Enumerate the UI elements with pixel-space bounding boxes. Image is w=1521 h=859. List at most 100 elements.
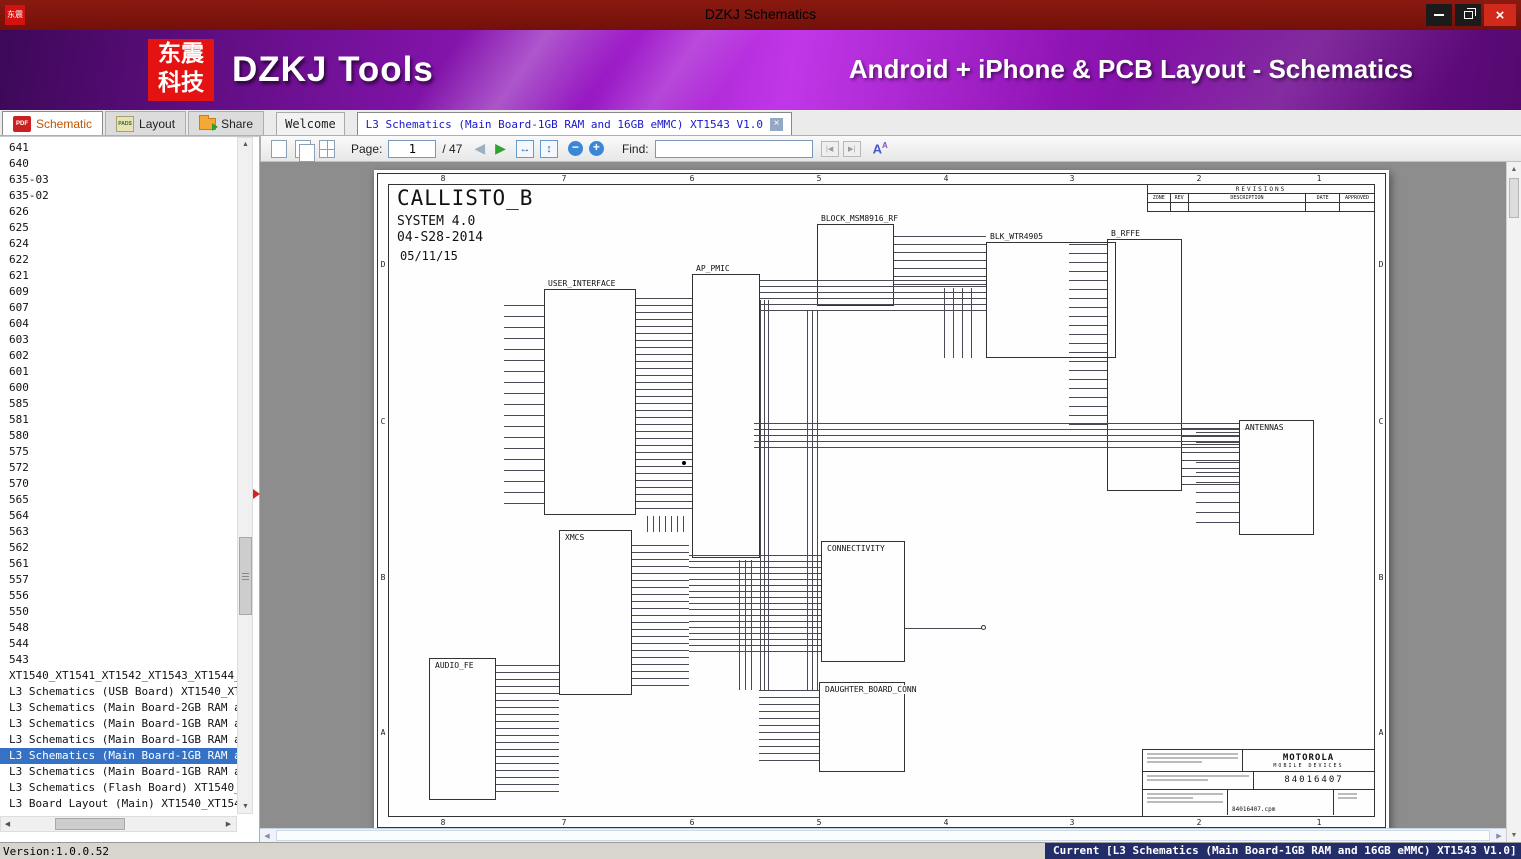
- scroll-up-icon[interactable]: ▲: [239, 138, 252, 151]
- tab-schematic[interactable]: PDF Schematic: [2, 111, 104, 135]
- sidebar-item[interactable]: L3 Schematics (Main Board-2GB RAM and: [0, 700, 237, 716]
- scrollbar-thumb[interactable]: [1509, 178, 1519, 218]
- sidebar-horizontal-scrollbar[interactable]: ◀ ▶: [0, 816, 237, 832]
- scroll-down-icon[interactable]: ▼: [239, 800, 252, 813]
- tab-welcome-label: Welcome: [285, 117, 336, 131]
- sidebar-list: 641 640 635-03 635-02 626 625 624 622 621 609 607 6…: [0, 140, 237, 814]
- sidebar-item[interactable]: 625: [0, 220, 237, 236]
- sidebar-item[interactable]: L3 Board Layout (Main) XT1540_XT1541_X: [0, 796, 237, 812]
- sidebar-item[interactable]: 635-03: [0, 172, 237, 188]
- sidebar-item[interactable]: L3 Schematics (Main Board-1GB RAM and: [0, 764, 237, 780]
- sidebar-item[interactable]: L3 Schematics (Main Board-1GB RAM and: [0, 716, 237, 732]
- wire-bundle: [739, 560, 755, 690]
- sidebar-item[interactable]: 609: [0, 284, 237, 300]
- banner: 东震 科技 DZKJ Tools Android + iPhone & PCB …: [0, 30, 1521, 110]
- scroll-up-icon[interactable]: ▲: [1507, 162, 1521, 176]
- tab-close-icon[interactable]: ×: [770, 117, 784, 131]
- tab-layout[interactable]: PADS Layout: [105, 111, 187, 135]
- tab-document[interactable]: L3 Schematics (Main Board-1GB RAM and 16…: [356, 112, 793, 135]
- sidebar-item[interactable]: 561: [0, 556, 237, 572]
- grid-label: 7: [561, 174, 567, 183]
- tab-share-label: Share: [221, 116, 254, 131]
- toolbar: Page: / 47 ◀ ▶ ↔ ↕ − + Find: |◀ ▶| AA: [260, 136, 1521, 162]
- block-daughter-board-conn: DAUGHTER_BOARD_CONN: [819, 682, 918, 772]
- sidebar-vertical-scrollbar[interactable]: ▲ ▼: [237, 137, 253, 814]
- sidebar-item[interactable]: 635-02: [0, 188, 237, 204]
- schematic-page: 8 7 6 5 4 3 2 1 8 7 6 5 4 3 2 1 D C B A …: [374, 170, 1389, 831]
- sidebar-item[interactable]: 581: [0, 412, 237, 428]
- zoom-out-button[interactable]: −: [567, 141, 583, 156]
- junction-dot: [682, 461, 686, 465]
- sidebar-item[interactable]: 622: [0, 252, 237, 268]
- scroll-left-icon[interactable]: ◀: [260, 829, 274, 842]
- sidebar-item[interactable]: 641: [0, 140, 237, 156]
- find-prev-button[interactable]: |◀: [820, 140, 839, 157]
- sidebar-item[interactable]: 607: [0, 300, 237, 316]
- sidebar-item[interactable]: XT1540_XT1541_XT1542_XT1543_XT1544_XT1: [0, 668, 237, 684]
- scroll-down-icon[interactable]: ▼: [1507, 828, 1521, 842]
- maximize-button[interactable]: [1455, 4, 1481, 26]
- sidebar-item[interactable]: 570: [0, 476, 237, 492]
- minimize-button[interactable]: [1426, 4, 1452, 26]
- page-multi-icon[interactable]: [319, 139, 335, 158]
- sidebar-item[interactable]: 580: [0, 428, 237, 444]
- scrollbar-thumb[interactable]: [239, 537, 252, 615]
- sidebar-item[interactable]: 548: [0, 620, 237, 636]
- sidebar-item[interactable]: 572: [0, 460, 237, 476]
- fit-width-button[interactable]: ↔: [515, 139, 534, 158]
- main-vertical-scrollbar[interactable]: ▲ ▼: [1506, 162, 1521, 842]
- main-viewer[interactable]: 8 7 6 5 4 3 2 1 8 7 6 5 4 3 2 1 D C B A …: [260, 162, 1521, 842]
- sidebar-item[interactable]: 640: [0, 156, 237, 172]
- font-size-button[interactable]: AA: [873, 141, 888, 156]
- prev-page-button[interactable]: ◀: [474, 140, 485, 157]
- sidebar-item[interactable]: 626: [0, 204, 237, 220]
- wire-bundle: [636, 298, 692, 510]
- sidebar-item[interactable]: 602: [0, 348, 237, 364]
- sidebar-item[interactable]: 575: [0, 444, 237, 460]
- scroll-right-icon[interactable]: ▶: [222, 817, 235, 830]
- tab-share[interactable]: Share: [188, 111, 265, 135]
- sidebar-item[interactable]: L3 Schematics (Main Board-1GB RAM and: [0, 748, 237, 764]
- close-button[interactable]: ×: [1484, 4, 1516, 26]
- next-page-button[interactable]: ▶: [495, 140, 506, 157]
- sidebar-item[interactable]: 544: [0, 636, 237, 652]
- wire: [905, 628, 983, 629]
- sidebar-item[interactable]: 564: [0, 508, 237, 524]
- scroll-left-icon[interactable]: ◀: [1, 817, 14, 830]
- wire-bundle: [1196, 432, 1239, 532]
- sidebar-item[interactable]: L3 Schematics (Main Board-1GB RAM and: [0, 732, 237, 748]
- page-facing-icon[interactable]: [295, 139, 315, 162]
- sidebar-item[interactable]: 563: [0, 524, 237, 540]
- sidebar-item[interactable]: L3 Schematics (Flash Board) XT1540_XT1: [0, 780, 237, 796]
- fit-page-button[interactable]: ↕: [539, 139, 558, 158]
- sidebar-item[interactable]: 601: [0, 364, 237, 380]
- main-horizontal-scrollbar[interactable]: ◀ ▶: [260, 828, 1506, 842]
- grid-label: A: [380, 728, 386, 737]
- wire-bundle: [689, 555, 821, 655]
- sidebar-item[interactable]: 624: [0, 236, 237, 252]
- sidebar-item[interactable]: 600: [0, 380, 237, 396]
- motorola-division: MOBILE DEVICES: [1273, 763, 1344, 769]
- sidebar-item[interactable]: 556: [0, 588, 237, 604]
- sidebar-item[interactable]: 604: [0, 316, 237, 332]
- tab-welcome[interactable]: Welcome: [276, 112, 345, 135]
- scrollbar-thumb[interactable]: [276, 830, 1490, 841]
- sidebar-item[interactable]: 562: [0, 540, 237, 556]
- page-input[interactable]: [388, 139, 437, 158]
- page-single-icon[interactable]: [271, 139, 287, 158]
- sidebar-item[interactable]: L3 Schematics (USB Board) XT1540_XT154: [0, 684, 237, 700]
- sidebar-item[interactable]: 603: [0, 332, 237, 348]
- sidebar-item[interactable]: 621: [0, 268, 237, 284]
- splitter-arrow-icon[interactable]: [253, 489, 260, 499]
- sidebar-item[interactable]: 550: [0, 604, 237, 620]
- sidebar-item[interactable]: 585: [0, 396, 237, 412]
- sidebar-item[interactable]: 543: [0, 652, 237, 668]
- find-next-button[interactable]: ▶|: [842, 140, 861, 157]
- zoom-in-button[interactable]: +: [588, 141, 604, 156]
- scrollbar-thumb[interactable]: [55, 818, 125, 830]
- find-input[interactable]: [654, 139, 813, 158]
- scroll-right-icon[interactable]: ▶: [1492, 829, 1506, 842]
- sidebar-item[interactable]: 565: [0, 492, 237, 508]
- sidebar-item[interactable]: 557: [0, 572, 237, 588]
- grid-label: D: [380, 260, 386, 269]
